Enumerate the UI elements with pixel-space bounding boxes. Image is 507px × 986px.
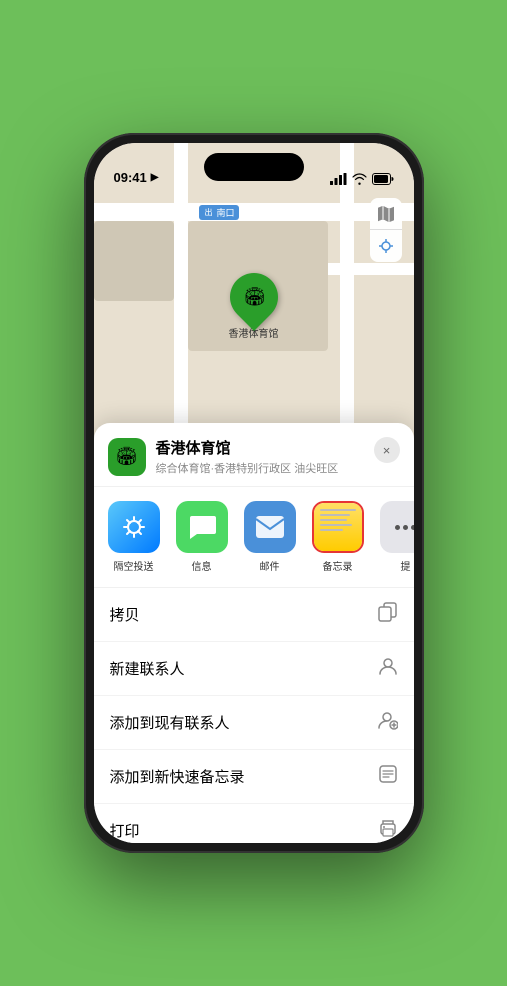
wifi-icon	[352, 173, 367, 185]
map-north-exit-label: 出 南口	[199, 205, 239, 220]
time-display: 09:41	[114, 170, 147, 185]
share-notes[interactable]: 备忘录	[308, 501, 368, 573]
action-copy-label: 拷贝	[110, 604, 140, 625]
location-button[interactable]	[370, 230, 402, 262]
close-button[interactable]: ×	[374, 437, 400, 463]
notes-label: 备忘录	[323, 558, 353, 573]
more-icon	[380, 501, 414, 553]
dynamic-island	[204, 153, 304, 181]
share-message[interactable]: 信息	[172, 501, 232, 573]
print-icon	[378, 818, 398, 843]
action-list: 拷贝 新建联系人	[94, 588, 414, 843]
status-icons	[330, 173, 394, 185]
venue-info: 香港体育馆 综合体育馆·香港特别行政区 油尖旺区	[156, 437, 400, 476]
share-row: 隔空投送 信息	[94, 487, 414, 588]
pin-icon: 🏟	[242, 287, 265, 308]
location-arrow-icon: ▶	[151, 172, 159, 183]
phone-screen: 09:41 ▶	[94, 143, 414, 843]
action-add-contact-label: 添加到现有联系人	[110, 712, 230, 733]
pin-circle: 🏟	[220, 263, 288, 331]
map-view-button[interactable]	[370, 198, 402, 230]
share-more[interactable]: 提	[376, 501, 414, 573]
share-airdrop[interactable]: 隔空投送	[104, 501, 164, 573]
venue-name: 香港体育馆	[156, 437, 400, 458]
add-contact-icon	[378, 710, 398, 735]
battery-icon	[372, 173, 394, 185]
status-time: 09:41 ▶	[114, 170, 159, 185]
venue-pin: 🏟 香港体育馆	[229, 273, 279, 340]
action-new-contact[interactable]: 新建联系人	[94, 642, 414, 696]
message-label: 信息	[192, 558, 212, 573]
mail-label: 邮件	[260, 558, 280, 573]
airdrop-icon	[108, 501, 160, 553]
share-mail[interactable]: 邮件	[240, 501, 300, 573]
action-print[interactable]: 打印	[94, 804, 414, 843]
sheet-header: 🏟 香港体育馆 综合体育馆·香港特别行政区 油尖旺区 ×	[94, 423, 414, 487]
quick-note-icon	[378, 764, 398, 789]
airdrop-label: 隔空投送	[114, 558, 154, 573]
action-copy[interactable]: 拷贝	[94, 588, 414, 642]
venue-subtitle: 综合体育馆·香港特别行政区 油尖旺区	[156, 460, 400, 476]
action-new-contact-label: 新建联系人	[110, 658, 185, 679]
bottom-sheet: 🏟 香港体育馆 综合体育馆·香港特别行政区 油尖旺区 ×	[94, 423, 414, 843]
action-add-contact[interactable]: 添加到现有联系人	[94, 696, 414, 750]
notes-icon	[312, 501, 364, 553]
venue-icon: 🏟	[108, 438, 146, 476]
copy-icon	[378, 602, 398, 627]
map-controls	[370, 198, 402, 262]
new-contact-icon	[378, 656, 398, 681]
message-icon	[176, 501, 228, 553]
more-label: 提	[401, 558, 411, 573]
mail-icon	[244, 501, 296, 553]
signal-icon	[330, 173, 347, 185]
action-print-label: 打印	[110, 820, 140, 841]
action-quick-note-label: 添加到新快速备忘录	[110, 766, 245, 787]
action-quick-note[interactable]: 添加到新快速备忘录	[94, 750, 414, 804]
phone-frame: 09:41 ▶	[84, 133, 424, 853]
